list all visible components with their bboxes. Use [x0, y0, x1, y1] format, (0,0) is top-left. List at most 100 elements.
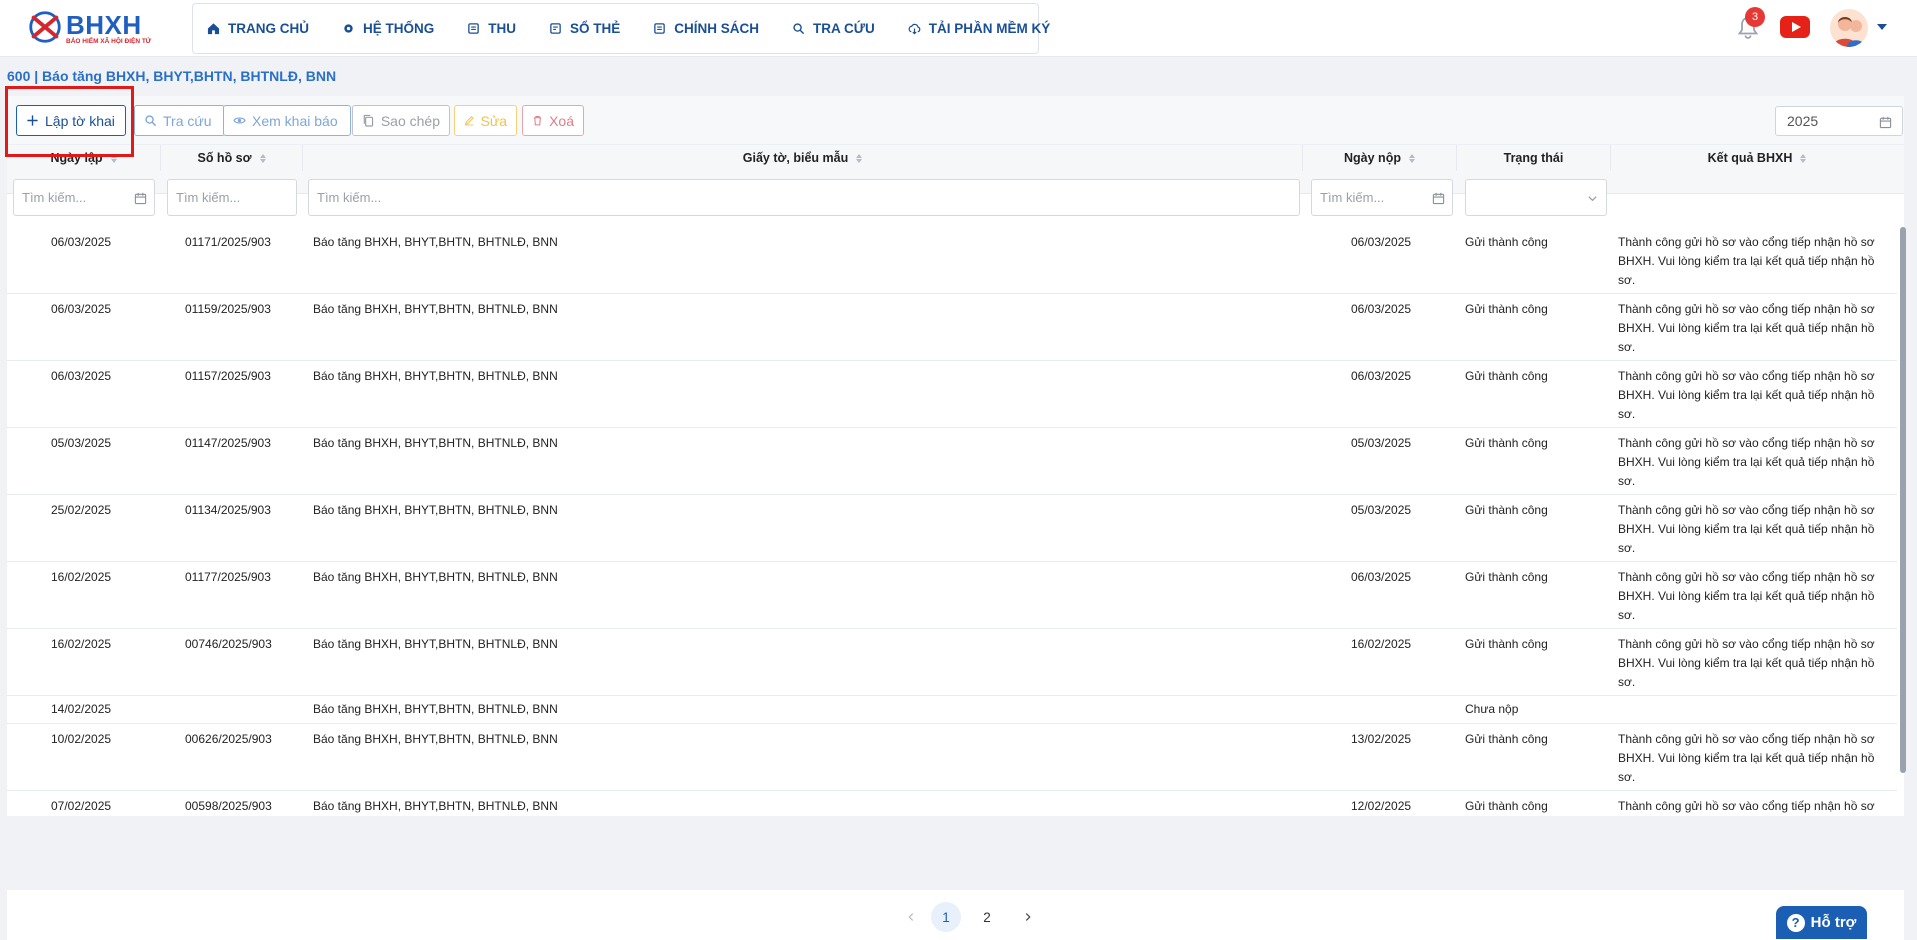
- youtube-icon[interactable]: [1780, 16, 1810, 38]
- cell-trang-thai: Gửi thành công: [1465, 799, 1548, 813]
- column-header-giay-to[interactable]: Giấy tờ, biểu mẫu: [303, 145, 1303, 171]
- support-button[interactable]: ? Hỗ trợ: [1776, 906, 1867, 939]
- pagination: 1 2: [7, 890, 1904, 940]
- cell-so-ho-so: 01171/2025/903: [185, 235, 271, 249]
- column-label: Ngày lập: [50, 151, 103, 165]
- cell-trang-thai: Chưa nộp: [1465, 702, 1519, 716]
- cell-ket-qua: Thành công gửi hồ sơ vào cổng tiếp nhận …: [1618, 637, 1875, 689]
- filter-placeholder: Tìm kiếm...: [22, 190, 87, 205]
- button-label: Xem khai báo: [252, 112, 338, 129]
- trash-icon: [533, 116, 542, 126]
- prev-page-button[interactable]: [896, 902, 926, 932]
- year-picker[interactable]: 2025: [1775, 106, 1903, 136]
- sort-icon[interactable]: [1800, 153, 1807, 163]
- sort-icon[interactable]: [259, 153, 266, 163]
- filter-ngay-nop[interactable]: Tìm kiếm...: [1311, 179, 1453, 216]
- table-row[interactable]: 14/02/2025 Báo tăng BHXH, BHYT,BHTN, BHT…: [7, 696, 1897, 724]
- nav-trang-chu[interactable]: TRANG CHỦ: [207, 21, 324, 36]
- column-label: Trạng thái: [1503, 151, 1564, 165]
- cell-giay-to: Báo tăng BHXH, BHYT,BHTN, BHTNLĐ, BNN: [313, 637, 558, 651]
- filter-giay-to[interactable]: Tìm kiếm...: [308, 179, 1300, 216]
- calendar-icon: [1432, 192, 1445, 205]
- table-row[interactable]: 25/02/2025 01134/2025/903 Báo tăng BHXH,…: [7, 495, 1897, 562]
- table-row[interactable]: 16/02/2025 00746/2025/903 Báo tăng BHXH,…: [7, 629, 1897, 696]
- search-button[interactable]: Tra cứu: [134, 105, 225, 136]
- nav-so-the[interactable]: SỔ THẺ: [549, 21, 635, 36]
- logo-mark-icon: [29, 11, 61, 43]
- pencil-icon: [464, 116, 474, 126]
- cell-ket-qua: Thành công gửi hồ sơ vào cổng tiếp nhận …: [1618, 302, 1875, 354]
- copy-button[interactable]: Sao chép: [352, 105, 450, 136]
- home-icon: [207, 23, 220, 35]
- column-header-ngay-nop[interactable]: Ngày nộp: [1303, 145, 1457, 171]
- chevron-down-icon[interactable]: [1877, 24, 1887, 30]
- filter-so-ho-so[interactable]: Tìm kiếm...: [167, 179, 297, 216]
- cell-trang-thai: Gửi thành công: [1465, 732, 1548, 746]
- sort-icon[interactable]: [856, 153, 863, 163]
- sort-icon[interactable]: [110, 153, 117, 163]
- filter-placeholder: Tìm kiếm...: [176, 190, 241, 205]
- cell-so-ho-so: 00598/2025/903: [185, 799, 272, 813]
- page-1-button[interactable]: 1: [931, 902, 961, 932]
- nav-chinh-sach[interactable]: CHÍNH SÁCH: [653, 21, 774, 36]
- table-row[interactable]: 06/03/2025 01157/2025/903 Báo tăng BHXH,…: [7, 361, 1897, 428]
- edit-button[interactable]: Sửa: [454, 105, 517, 136]
- nav-he-thong[interactable]: HỆ THỐNG: [342, 21, 449, 36]
- nav-label: HỆ THỐNG: [363, 21, 435, 36]
- page-2-button[interactable]: 2: [972, 902, 1002, 932]
- toolbar: Lập tờ khai Tra cứu Xem khai báo Sao ché…: [7, 96, 1904, 145]
- cell-giay-to: Báo tăng BHXH, BHYT,BHTN, BHTNLĐ, BNN: [313, 302, 558, 316]
- delete-button[interactable]: Xoá: [522, 105, 584, 136]
- nav-tra-cuu[interactable]: TRA CỨU: [792, 21, 890, 36]
- cell-so-ho-so: 00626/2025/903: [185, 732, 272, 746]
- column-header-so-ho-so[interactable]: Số hồ sơ: [161, 145, 303, 171]
- cell-so-ho-so: 01147/2025/903: [185, 436, 271, 450]
- column-header-ngay-lap[interactable]: Ngày lập: [7, 145, 161, 171]
- column-header-trang-thai[interactable]: Trạng thái: [1457, 145, 1611, 171]
- table-row[interactable]: 06/03/2025 01171/2025/903 Báo tăng BHXH,…: [7, 227, 1897, 294]
- table-scrollbar[interactable]: [1900, 227, 1906, 773]
- cell-ngay-lap: 10/02/2025: [51, 732, 112, 746]
- table-row[interactable]: 10/02/2025 00626/2025/903 Báo tăng BHXH,…: [7, 724, 1897, 791]
- nav-tai-phan-mem-ky[interactable]: TẢI PHẦN MỀM KÝ: [908, 21, 1066, 36]
- chevron-down-icon: [1588, 196, 1597, 202]
- cell-ngay-lap: 07/02/2025: [51, 799, 112, 813]
- cell-giay-to: Báo tăng BHXH, BHYT,BHTN, BHTNLĐ, BNN: [313, 702, 558, 716]
- cell-ngay-lap: 14/02/2025: [51, 702, 112, 716]
- column-label: Kết quả BHXH: [1707, 151, 1793, 165]
- nav-thu[interactable]: THU: [467, 21, 531, 36]
- table-row[interactable]: 07/02/2025 00598/2025/903 Báo tăng BHXH,…: [7, 791, 1897, 815]
- support-label: Hỗ trợ: [1810, 914, 1857, 931]
- filter-trang-thai-select[interactable]: [1465, 179, 1607, 216]
- next-page-button[interactable]: [1013, 902, 1043, 932]
- button-label: Lập tờ khai: [45, 112, 115, 129]
- sort-icon[interactable]: [1408, 153, 1415, 163]
- bhxh-logo[interactable]: BHXH BẢO HIỂM XÃ HỘI ĐIỆN TỬ: [26, 6, 171, 50]
- notification-badge: 3: [1745, 7, 1765, 27]
- cell-giay-to: Báo tăng BHXH, BHYT,BHTN, BHTNLĐ, BNN: [313, 570, 558, 584]
- cell-ket-qua: Thành công gửi hồ sơ vào cổng tiếp nhận …: [1618, 436, 1875, 488]
- gear-icon: [344, 24, 353, 33]
- cell-ket-qua: Thành công gửi hồ sơ vào cổng tiếp nhận …: [1618, 570, 1875, 622]
- top-header: BHXH BẢO HIỂM XÃ HỘI ĐIỆN TỬ TRANG CHỦ H…: [0, 0, 1917, 57]
- view-declaration-button[interactable]: Xem khai báo: [223, 105, 351, 136]
- search-icon: [793, 23, 805, 35]
- table-row[interactable]: 16/02/2025 01177/2025/903 Báo tăng BHXH,…: [7, 562, 1897, 629]
- nav-label: CHÍNH SÁCH: [674, 21, 760, 36]
- help-icon: ?: [1786, 913, 1805, 932]
- cell-so-ho-so: 01157/2025/903: [185, 369, 271, 383]
- column-header-ket-qua[interactable]: Kết quả BHXH: [1611, 145, 1903, 171]
- create-declaration-button[interactable]: Lập tờ khai: [16, 105, 126, 136]
- column-label: Ngày nộp: [1344, 151, 1401, 165]
- nav-label: TẢI PHẦN MỀM KÝ: [928, 21, 1051, 36]
- filter-ngay-lap[interactable]: Tìm kiếm...: [13, 179, 155, 216]
- document-icon: [468, 23, 480, 34]
- cell-ket-qua: Thành công gửi hồ sơ vào cổng tiếp nhận …: [1618, 369, 1875, 421]
- button-label: Sửa: [480, 112, 508, 129]
- cell-ngay-lap: 06/03/2025: [51, 302, 112, 316]
- table-row[interactable]: 05/03/2025 01147/2025/903 Báo tăng BHXH,…: [7, 428, 1897, 495]
- main-nav: TRANG CHỦ HỆ THỐNG THU SỔ THẺ CHÍNH SÁCH…: [192, 3, 1050, 54]
- table-row[interactable]: 06/03/2025 01159/2025/903 Báo tăng BHXH,…: [7, 294, 1897, 361]
- user-avatar[interactable]: [1830, 9, 1868, 47]
- cell-ngay-nop: 05/03/2025: [1351, 436, 1412, 450]
